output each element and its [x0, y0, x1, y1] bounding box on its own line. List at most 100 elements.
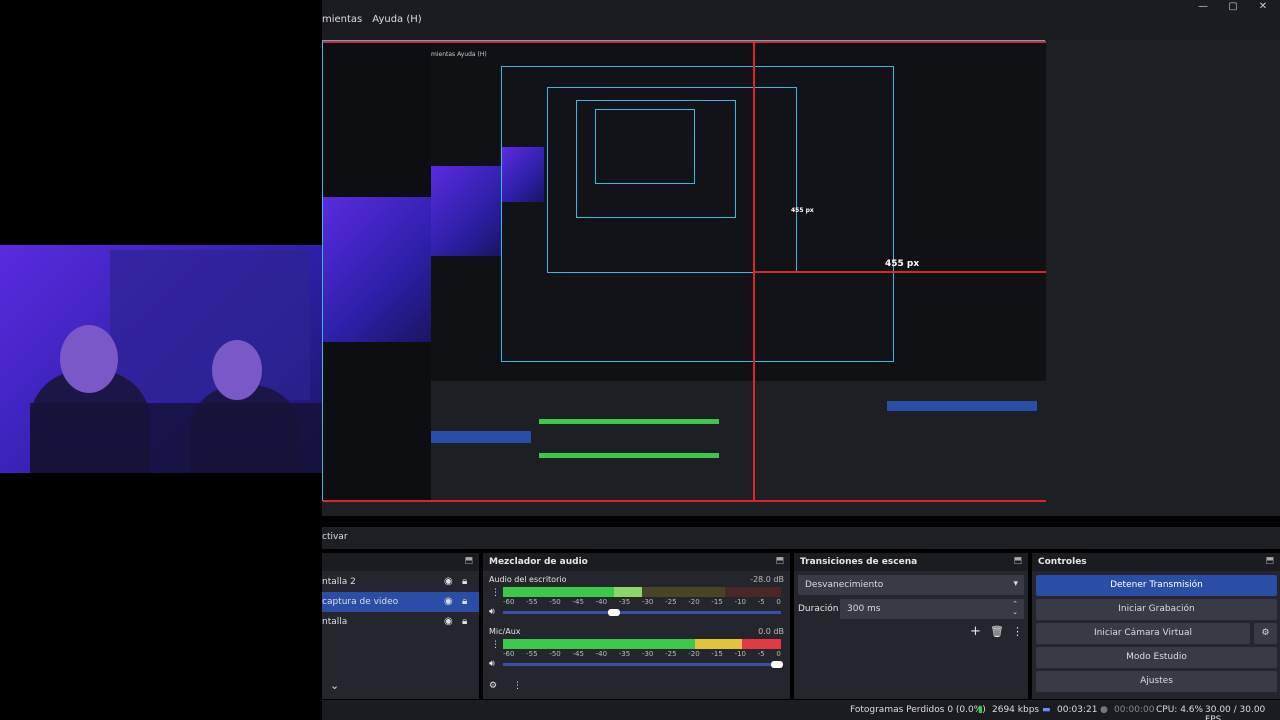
- transition-select[interactable]: Desvanecimiento ▾: [798, 575, 1024, 595]
- transitions-menu-icon[interactable]: ⬒: [1013, 556, 1022, 566]
- nested-webcam-3: [502, 147, 544, 202]
- transitions-title: Transiciones de escena: [800, 557, 918, 567]
- signal-icon: ▮: [978, 705, 983, 715]
- gear-icon[interactable]: ⚙: [489, 681, 497, 691]
- nested-source-selected: [431, 431, 531, 443]
- controls-title: Controles: [1038, 557, 1087, 567]
- speaker-icon[interactable]: 🔊︎: [489, 659, 495, 669]
- mixer-menu-icon[interactable]: ⬒: [775, 556, 784, 566]
- speaker-icon[interactable]: 🔊︎: [489, 607, 495, 617]
- controls-menu-icon[interactable]: ⬒: [1265, 556, 1274, 566]
- audio-mixer-panel: Mezclador de audio ⬒ Audio del escritorio…: [483, 553, 790, 699]
- chevron-down-icon[interactable]: ⌄: [330, 679, 339, 692]
- sources-menu-icon[interactable]: ⬒: [464, 556, 473, 566]
- maximize-button[interactable]: ▢: [1218, 0, 1248, 14]
- lock-icon[interactable]: 🔒︎: [462, 576, 467, 587]
- bitrate: 2694 kbps: [992, 705, 1040, 715]
- source-item-1[interactable]: captura de video ◉ 🔒︎: [322, 592, 479, 612]
- mixer-header: Mezclador de audio ⬒: [483, 553, 790, 571]
- controls-header: Controles ⬒: [1032, 553, 1280, 571]
- kebab-icon[interactable]: ⋮: [491, 640, 500, 650]
- lock-icon[interactable]: 🔒︎: [462, 596, 467, 607]
- duration-label: Duración: [798, 604, 839, 614]
- close-button[interactable]: ✕: [1248, 0, 1278, 14]
- stop-stream-button[interactable]: Detener Transmisión: [1036, 575, 1277, 596]
- meter-mic: [503, 639, 781, 649]
- channel-name-mic: Mic/Aux: [489, 627, 521, 636]
- channel-name-desktop: Audio del escritorio: [489, 575, 567, 584]
- webcam-wall: [110, 250, 310, 400]
- transitions-header: Transiciones de escena ⬒: [794, 553, 1028, 571]
- guide-top: [323, 41, 1046, 43]
- menu-item-help[interactable]: Ayuda (H): [372, 14, 421, 34]
- nested-dock: [431, 381, 1046, 502]
- measure-label-large: 455 px: [885, 259, 920, 269]
- transitions-panel: Transiciones de escena ⬒ Desvanecimiento …: [794, 553, 1028, 699]
- dropped-frames: Fotogramas Perdidos 0 (0.0%): [850, 705, 986, 715]
- record-time: 00:00:00: [1114, 705, 1155, 715]
- meter-desktop: [503, 587, 781, 597]
- nested-meter-2: [539, 453, 719, 458]
- preview-toolbar: ctivar: [322, 527, 1280, 549]
- duration-spinbox[interactable]: 300 ms ⌃ ⌄: [840, 599, 1024, 619]
- channel-level-mic: 0.0 dB: [758, 627, 784, 636]
- guide-bottom: [323, 500, 1046, 502]
- start-recording-button[interactable]: Iniciar Grabación: [1036, 599, 1277, 620]
- sources-header: ⬒: [322, 553, 479, 571]
- nested-capture-2: [501, 66, 894, 362]
- nested-menu: mientas Ayuda (H): [431, 51, 487, 58]
- kebab-icon[interactable]: ⋮: [1012, 625, 1023, 638]
- eye-icon[interactable]: ◉: [444, 596, 453, 607]
- kebab-icon[interactable]: ⋮: [513, 681, 522, 691]
- webcam-source[interactable]: [0, 245, 322, 473]
- virtual-camera-settings-gear-icon[interactable]: ⚙: [1254, 623, 1277, 644]
- source-item-0[interactable]: ntalla 2 ◉ 🔒︎: [322, 572, 479, 592]
- volume-knob[interactable]: [608, 609, 620, 616]
- start-virtual-camera-button[interactable]: Iniciar Cámara Virtual: [1036, 623, 1250, 644]
- meter-scale-desktop: -60 -55 -50 -45 -40 -35 -30 -25 -20 -15 -10 -5 0: [503, 598, 781, 606]
- nested-capture-4: [576, 100, 736, 218]
- nested-capture-5: [595, 109, 695, 184]
- status-bar: Fotogramas Perdidos 0 (0.0%) ▮ 2694 kbps…: [322, 700, 1280, 720]
- dropdown-arrow-icon: ▾: [1013, 579, 1018, 589]
- source-label: captura de video: [322, 597, 399, 607]
- nested-stop-button: [887, 401, 1037, 411]
- kebab-icon[interactable]: ⋮: [491, 588, 500, 598]
- settings-button[interactable]: Ajustes: [1036, 671, 1277, 692]
- channel-level-desktop: -28.0 dB: [750, 575, 784, 584]
- nested-capture-3: [547, 87, 797, 273]
- fps-readout: 30.00 / 30.00 FPS: [1205, 705, 1266, 720]
- spin-arrows-icon[interactable]: ⌃ ⌄: [1012, 600, 1018, 616]
- controls-panel: Controles ⬒ Detener Transmisión Iniciar G…: [1032, 553, 1280, 699]
- nested-webcam-2: [431, 166, 501, 256]
- obs-window: mientas Ayuda (H) — ▢ ✕ mientas Ayuda (H…: [0, 0, 1280, 720]
- eye-icon[interactable]: ◉: [444, 616, 453, 627]
- title-bar: [322, 0, 1280, 40]
- preview-canvas[interactable]: mientas Ayuda (H) 455 px 455 px: [322, 40, 1046, 502]
- sources-panel: ⬒ ntalla 2 ◉ 🔒︎ captura de video ◉ 🔒︎ nt…: [322, 553, 479, 699]
- cpu-usage: CPU: 4.6%: [1156, 705, 1204, 715]
- record-icon: ●: [1100, 705, 1108, 715]
- nested-meter: [539, 419, 719, 424]
- source-item-2[interactable]: ntalla ◉ 🔒︎: [322, 612, 479, 632]
- meter-scale-mic: -60 -55 -50 -45 -40 -35 -30 -25 -20 -15 -10 -5 0: [503, 650, 781, 658]
- add-icon[interactable]: +: [970, 624, 981, 639]
- person-right-head: [212, 340, 262, 400]
- volume-knob[interactable]: [771, 661, 783, 668]
- trash-icon[interactable]: 🗑︎: [990, 625, 1004, 638]
- webcam-desk: [30, 403, 322, 473]
- source-label: ntalla 2: [322, 577, 356, 587]
- minimize-button[interactable]: —: [1188, 0, 1218, 14]
- stream-icon: ▬: [1042, 705, 1051, 715]
- volume-slider-mic[interactable]: [503, 661, 783, 668]
- activate-button[interactable]: ctivar: [322, 532, 348, 542]
- source-label: ntalla: [322, 617, 348, 627]
- volume-slider-desktop[interactable]: [503, 609, 781, 616]
- mixer-title: Mezclador de audio: [489, 557, 588, 567]
- dock-panels: ⬒ ntalla 2 ◉ 🔒︎ captura de video ◉ 🔒︎ nt…: [322, 553, 1280, 699]
- eye-icon[interactable]: ◉: [444, 576, 453, 587]
- lock-icon[interactable]: 🔒︎: [462, 616, 467, 627]
- menu-item-tools[interactable]: mientas: [322, 14, 362, 34]
- studio-mode-button[interactable]: Modo Estudio: [1036, 647, 1277, 668]
- person-left-head: [60, 325, 118, 393]
